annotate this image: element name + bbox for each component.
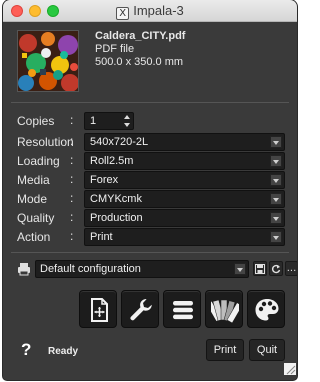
- increment-arrow-icon[interactable]: [122, 114, 132, 121]
- x11-app-icon: X: [116, 7, 130, 20]
- footer-bar: ? Ready Print Quit: [3, 336, 297, 376]
- separator-colon: :: [70, 153, 74, 167]
- mode-row: Mode : CMYKcmk: [17, 190, 285, 208]
- help-button[interactable]: ?: [21, 340, 31, 360]
- status-text: Ready: [48, 346, 79, 357]
- dropdown-arrow-icon[interactable]: [270, 174, 282, 186]
- tools-button[interactable]: [121, 290, 159, 328]
- list-icon: [173, 301, 193, 320]
- mode-value: CMYKcmk: [90, 193, 142, 205]
- separator-colon: :: [70, 113, 74, 127]
- dropdown-arrow-icon[interactable]: [270, 231, 282, 243]
- refresh-icon: [271, 264, 281, 274]
- configuration-value: Default configuration: [40, 263, 141, 275]
- window-title-group: X Impala-3: [3, 3, 297, 20]
- dropdown-arrow-icon[interactable]: [270, 155, 282, 167]
- file-thumbnail: [17, 30, 79, 92]
- action-label: Action: [17, 230, 51, 244]
- more-options-button[interactable]: ...: [285, 261, 297, 276]
- color-swatch-icon: [211, 299, 239, 324]
- dropdown-arrow-icon[interactable]: [270, 136, 282, 148]
- loading-row: Loading : Roll2.5m: [17, 152, 285, 170]
- save-icon: [255, 264, 265, 274]
- decrement-arrow-icon[interactable]: [122, 122, 132, 129]
- mode-label: Mode: [17, 192, 48, 206]
- resolution-row: Resolution : 540x720-2L: [17, 133, 285, 151]
- quality-value: Production: [90, 212, 143, 224]
- file-type: PDF file: [95, 43, 135, 55]
- palette-icon: [255, 299, 279, 321]
- title-bar[interactable]: X Impala-3: [3, 0, 297, 22]
- file-name: Caldera_CITY.pdf: [95, 30, 186, 42]
- mode-select[interactable]: CMYKcmk: [84, 190, 285, 208]
- file-size: 500.0 x 350.0 mm: [95, 56, 184, 68]
- wrench-icon: [130, 299, 152, 321]
- loading-label: Loading: [17, 154, 60, 168]
- separator-colon: :: [70, 229, 74, 243]
- color-palette-button[interactable]: [247, 290, 285, 328]
- divider: [11, 252, 289, 253]
- action-value: Print: [90, 231, 113, 243]
- impala-window: X Impala-3 Caldera_CITY.pdf PDF file 500…: [3, 0, 297, 380]
- print-button[interactable]: Print: [206, 339, 244, 361]
- file-info: Caldera_CITY.pdf PDF file 500.0 x 350.0 …: [95, 30, 185, 69]
- resolution-value: 540x720-2L: [90, 136, 149, 148]
- divider: [11, 102, 289, 103]
- media-label: Media: [17, 173, 50, 187]
- copies-row: Copies : 1: [17, 112, 285, 130]
- separator-colon: :: [70, 172, 74, 186]
- quality-select[interactable]: Production: [84, 209, 285, 227]
- resize-grip-icon[interactable]: [284, 363, 296, 375]
- dropdown-arrow-icon[interactable]: [234, 263, 246, 275]
- copies-stepper[interactable]: 1: [84, 112, 134, 130]
- file-header: Caldera_CITY.pdf PDF file 500.0 x 350.0 …: [17, 30, 287, 94]
- quality-row: Quality : Production: [17, 209, 285, 227]
- copies-value[interactable]: 1: [90, 115, 96, 127]
- copies-label: Copies: [17, 114, 55, 128]
- dropdown-arrow-icon[interactable]: [270, 212, 282, 224]
- list-button[interactable]: [163, 290, 201, 328]
- quit-button[interactable]: Quit: [249, 339, 285, 361]
- printer-icon: [18, 263, 30, 276]
- save-configuration-button[interactable]: [253, 261, 267, 276]
- media-row: Media : Forex: [17, 171, 285, 189]
- document-add-icon: [91, 298, 108, 322]
- resolution-select[interactable]: 540x720-2L: [84, 133, 285, 151]
- separator-colon: :: [70, 134, 74, 148]
- refresh-configuration-button[interactable]: [269, 261, 283, 276]
- action-row: Action : Print: [17, 228, 285, 246]
- media-value: Forex: [90, 174, 119, 186]
- add-document-button[interactable]: [79, 290, 117, 328]
- color-swatches-button[interactable]: [205, 290, 243, 328]
- resolution-label: Resolution: [17, 135, 74, 149]
- dropdown-arrow-icon[interactable]: [270, 193, 282, 205]
- configuration-row: Default configuration ...: [15, 260, 297, 278]
- separator-colon: :: [70, 210, 74, 224]
- loading-select[interactable]: Roll2.5m: [84, 152, 285, 170]
- quality-label: Quality: [17, 211, 55, 225]
- configuration-select[interactable]: Default configuration: [35, 260, 249, 278]
- loading-value: Roll2.5m: [90, 155, 134, 167]
- window-title: Impala-3: [133, 3, 184, 18]
- separator-colon: :: [70, 191, 74, 205]
- action-select[interactable]: Print: [84, 228, 285, 246]
- media-select[interactable]: Forex: [84, 171, 285, 189]
